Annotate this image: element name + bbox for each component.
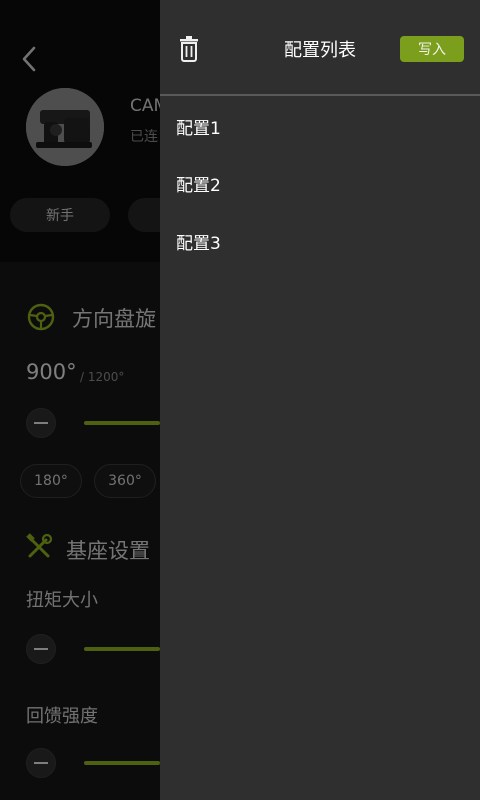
write-button[interactable]: 写入 [400,36,464,62]
config-item-2[interactable]: 配置2 [176,163,456,203]
config-item-1[interactable]: 配置1 [176,106,456,146]
config-drawer: 配置列表 写入 配置1 配置2 配置3 [160,0,480,800]
drawer-header: 配置列表 写入 [160,0,480,96]
header-divider [160,94,480,96]
config-item-3[interactable]: 配置3 [176,221,456,261]
